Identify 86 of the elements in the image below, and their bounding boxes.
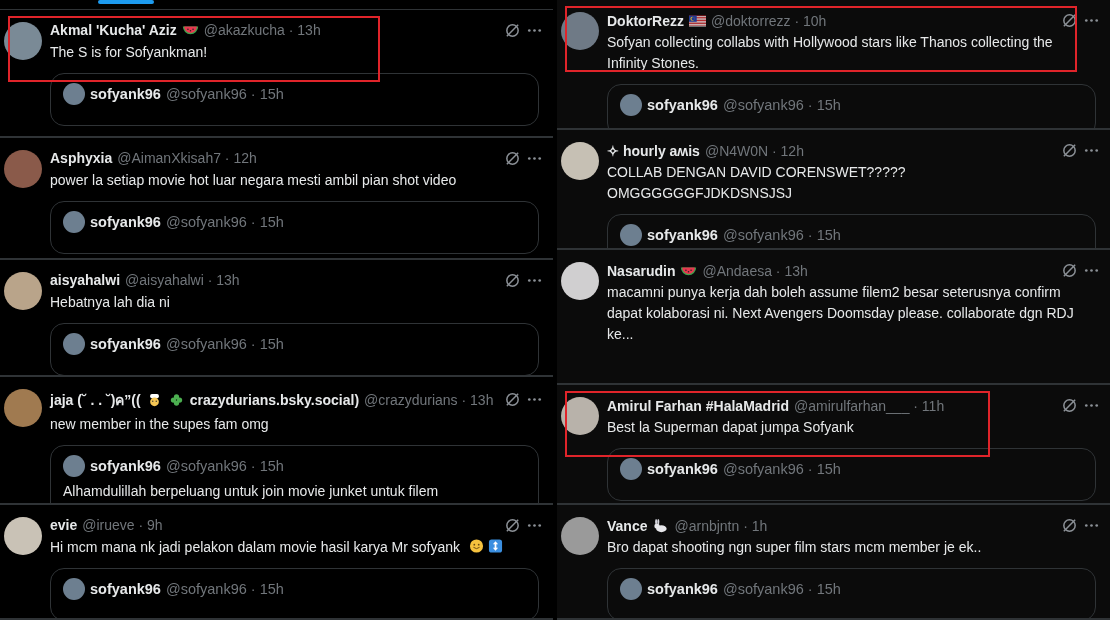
avatar bbox=[63, 82, 85, 105]
tweet-text: new member in the supes fam omg bbox=[50, 414, 270, 434]
user-name[interactable]: crazydurians.bsky.social) bbox=[189, 391, 360, 408]
avatar[interactable] bbox=[561, 262, 599, 300]
user-handle: @sofyank96 · 15h bbox=[722, 581, 841, 597]
flag-icon bbox=[689, 13, 706, 28]
tweet-text: Bro dapat shooting ngn super film stars mcm member je ek.. bbox=[607, 538, 983, 557]
avatar bbox=[63, 454, 85, 477]
user-handle: @AimanXkisah7 · 12h bbox=[117, 150, 257, 167]
user-handle: @sofyank96 · 15h bbox=[165, 580, 284, 597]
user-handle: @sofyank96 · 15h bbox=[165, 85, 284, 102]
slashed-circle-icon[interactable] bbox=[1061, 12, 1078, 29]
user-handle: @sofyank96 · 15h bbox=[722, 97, 841, 113]
rabbit-icon bbox=[652, 518, 670, 533]
tweet-text: COLLAB DENGAN DAVID CORENSWET????? OMGGGGGGFJDKDSNSJSJ bbox=[607, 163, 907, 203]
user-name[interactable]: DoktorRezz bbox=[607, 12, 684, 29]
user-name: sofyank96 bbox=[90, 457, 161, 474]
user-name[interactable]: evie bbox=[50, 517, 78, 534]
user-name[interactable]: Nasarudin bbox=[607, 262, 676, 279]
tweet-text: Hebatnya lah dia ni bbox=[50, 292, 171, 312]
quoted-tweet-card[interactable]: sofyank96 @sofyank96 · 15h bbox=[50, 72, 539, 126]
user-name[interactable]: ✧ hourly aʍis bbox=[607, 142, 700, 159]
slashed-circle-icon[interactable] bbox=[1061, 397, 1078, 414]
user-name[interactable]: Vance bbox=[607, 517, 648, 534]
user-name: sofyank96 bbox=[90, 580, 161, 597]
slashed-circle-icon[interactable] bbox=[504, 391, 521, 409]
quoted-tweet-card[interactable]: sofyank96 @sofyank96 · 15h bbox=[607, 448, 1096, 501]
avatar[interactable] bbox=[4, 516, 42, 555]
user-handle: @akazkucha · 13h bbox=[203, 22, 321, 39]
avatar bbox=[620, 458, 642, 480]
tweet-text: Sofyan collecting collabs with Hollywood stars like Thanos collecting the Infinity Stones. bbox=[607, 33, 1054, 73]
user-name: sofyank96 bbox=[647, 581, 718, 597]
user-handle: @Andaesa · 13h bbox=[702, 262, 808, 279]
tab-indicator bbox=[98, 0, 154, 4]
user-handle: @doktorrezz · 10h bbox=[711, 12, 827, 29]
tweet-text: macamni punya kerja dah boleh assume filem2 besar seterusnya confirm dapat kolaborasi ni. Next Avengers Doomsday please. collaborate dgn RDJ ke... bbox=[607, 283, 1075, 344]
user-handle: @arnbjntn · 1h bbox=[674, 517, 768, 534]
tweet-text: Best la Superman dapat jumpa Sofyank bbox=[607, 418, 855, 437]
smiley-icon bbox=[468, 538, 486, 553]
slashed-circle-icon[interactable] bbox=[504, 149, 521, 167]
quoted-tweet-card[interactable]: sofyank96 @sofyank96 · 15h bbox=[607, 214, 1096, 248]
user-handle: @sofyank96 · 15h bbox=[722, 461, 841, 477]
slashed-circle-icon[interactable] bbox=[504, 271, 521, 289]
user-name: sofyank96 bbox=[647, 461, 718, 477]
user-handle: @sofyank96 · 15h bbox=[165, 213, 284, 230]
user-name: sofyank96 bbox=[90, 335, 161, 352]
user-name: sofyank96 bbox=[647, 97, 718, 113]
user-handle: @sofyank96 · 15h bbox=[165, 335, 284, 352]
quoted-tweet-text: Alhamdulillah berpeluang untuk join movie junket untuk filem bbox=[63, 482, 440, 500]
tweet-text: power la setiap movie hot luar negara mesti ambil pian shot video bbox=[50, 170, 458, 190]
avatar bbox=[620, 94, 642, 116]
avatar bbox=[63, 210, 85, 233]
avatar bbox=[620, 578, 642, 600]
avatar[interactable] bbox=[4, 271, 42, 310]
avatar bbox=[620, 224, 642, 246]
user-name[interactable]: Akmal 'Kucha' Aziz bbox=[50, 22, 177, 39]
user-name[interactable]: Amirul Farhan #HalaMadrid bbox=[607, 397, 790, 414]
quoted-tweet-card[interactable]: sofyank96 @sofyank96 · 15h bbox=[50, 200, 539, 254]
avatar bbox=[63, 332, 85, 355]
user-handle: @N4W0N · 12h bbox=[704, 142, 804, 159]
user-name: sofyank96 bbox=[90, 85, 161, 102]
avatar[interactable] bbox=[561, 397, 599, 435]
slashed-circle-icon[interactable] bbox=[1061, 262, 1078, 279]
user-handle: @sofyank96 · 15h bbox=[165, 457, 284, 474]
avatar[interactable] bbox=[4, 21, 42, 60]
avatar[interactable] bbox=[561, 142, 599, 180]
user-handle: @amirulfarhan___ · 11h bbox=[794, 397, 945, 414]
user-name[interactable]: jaja (˘ . . ˘)ค”(( bbox=[50, 388, 141, 411]
slashed-circle-icon[interactable] bbox=[1061, 517, 1078, 534]
user-name: sofyank96 bbox=[90, 213, 161, 230]
user-handle: @sofyank96 · 15h bbox=[722, 227, 841, 243]
user-name[interactable]: aisyahalwi bbox=[50, 272, 121, 289]
user-name[interactable]: Asphyxia bbox=[50, 150, 113, 167]
tweet-text: Hi mcm mana nk jadi pelakon dalam movie hasil karya Mr sofyank bbox=[50, 537, 462, 557]
user-name: sofyank96 bbox=[647, 227, 718, 243]
avatar[interactable] bbox=[561, 517, 599, 555]
quoted-tweet-card[interactable]: sofyank96 @sofyank96 · 15h Alhamdulillah berpeluang untuk join movie junket untuk filem bbox=[50, 444, 539, 503]
slashed-circle-icon[interactable] bbox=[1061, 142, 1078, 159]
avatar[interactable] bbox=[4, 388, 42, 427]
slashed-circle-icon[interactable] bbox=[504, 21, 521, 39]
user-handle: @aisyahalwi · 13h bbox=[125, 272, 240, 289]
user-handle: @crazydurians · 13h bbox=[364, 391, 494, 408]
tweet-text: The S is for Sofyankman! bbox=[50, 42, 209, 62]
slashed-circle-icon[interactable] bbox=[504, 516, 521, 534]
user-handle: @irueve · 9h bbox=[82, 517, 163, 534]
avatar bbox=[63, 577, 85, 600]
